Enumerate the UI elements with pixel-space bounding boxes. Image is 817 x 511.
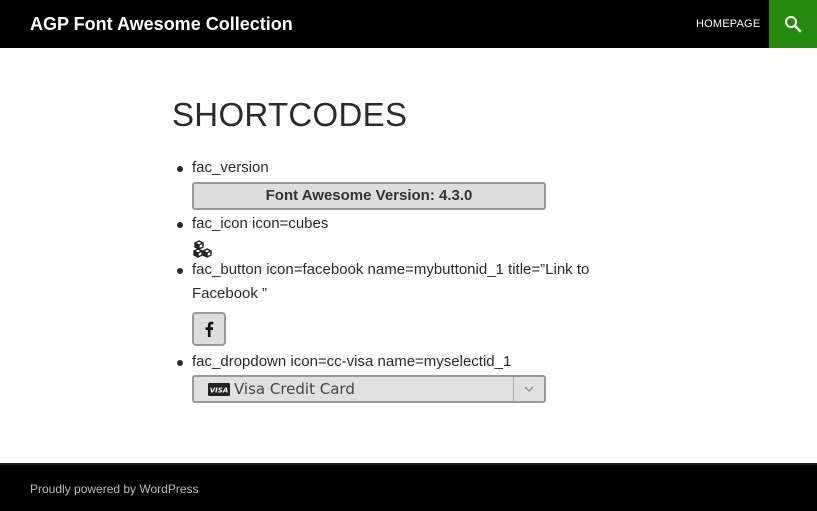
svg-text:VISA: VISA (210, 386, 228, 394)
list-item: fac_icon icon=cubes (172, 212, 642, 258)
search-icon (785, 16, 802, 33)
bullet (177, 222, 183, 228)
bullet (177, 166, 183, 172)
search-toggle-button[interactable] (769, 0, 817, 48)
bullet (177, 268, 183, 274)
site-footer: Proudly powered by WordPress (0, 465, 817, 511)
facebook-button[interactable] (192, 312, 226, 346)
chevron-down-icon (524, 386, 534, 392)
shortcode-text: fac_version (192, 159, 269, 176)
site-title-link[interactable]: AGP Font Awesome Collection (30, 12, 293, 36)
list-item: fac_dropdown icon=cc-visa name=myselecti… (172, 350, 642, 403)
page-title: SHORTCODES (172, 96, 408, 133)
dropdown-divider (513, 377, 514, 401)
shortcode-text: fac_dropdown icon=cc-visa name=myselecti… (192, 353, 512, 370)
footer-credit-link[interactable]: Proudly powered by WordPress (30, 481, 199, 497)
site-header: AGP Font Awesome Collection HOMEPAGE (0, 0, 817, 48)
list-item: fac_version Font Awesome Version: 4.3.0 (172, 156, 642, 210)
shortcode-list: fac_version Font Awesome Version: 4.3.0 … (172, 156, 642, 403)
visa-dropdown[interactable]: VISA Visa Credit Card (192, 375, 546, 403)
version-badge: Font Awesome Version: 4.3.0 (192, 182, 546, 210)
shortcode-text: fac_button icon=facebook name=mybuttonid… (192, 261, 590, 302)
cc-visa-icon: VISA (208, 382, 230, 396)
bullet (177, 360, 183, 366)
dropdown-selected-value: Visa Credit Card (234, 380, 355, 398)
nav-item-homepage[interactable]: HOMEPAGE (696, 16, 760, 32)
shortcode-text: fac_icon icon=cubes (192, 215, 329, 232)
facebook-icon (205, 321, 214, 337)
list-item: fac_button icon=facebook name=mybuttonid… (172, 258, 642, 346)
cubes-icon (193, 240, 212, 258)
main-content: SHORTCODES fac_version Font Awesome Vers… (172, 94, 642, 403)
